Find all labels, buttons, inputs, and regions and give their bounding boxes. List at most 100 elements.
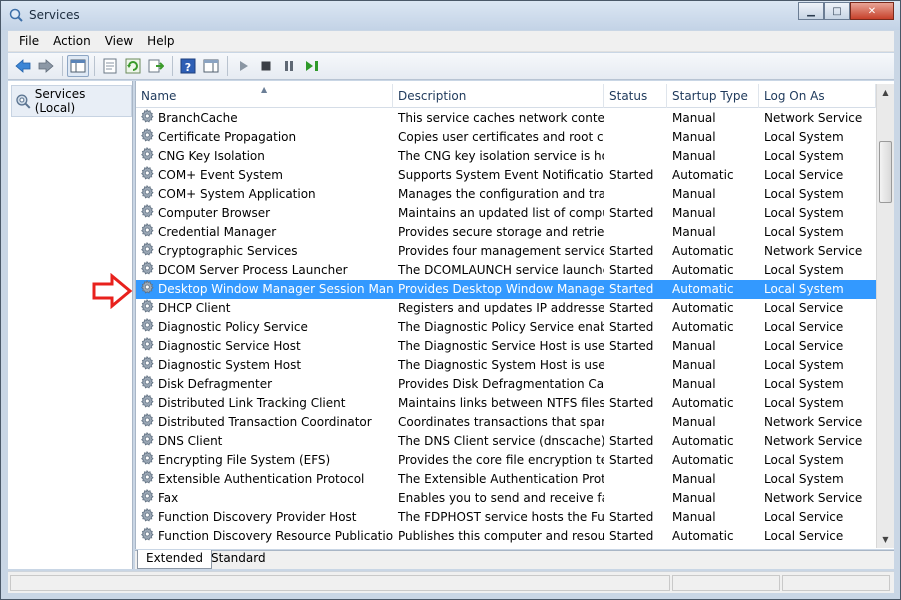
maximize-button[interactable]: □	[824, 2, 850, 20]
service-startup-type: Manual	[672, 187, 716, 201]
service-name: Diagnostic Service Host	[158, 339, 301, 353]
service-row[interactable]: DHCP Client Registers and updates IP addr…	[136, 299, 876, 318]
service-log-on-as: Local System	[764, 453, 844, 467]
service-name-cell: Fax	[136, 489, 393, 508]
service-description: Manages the configuration and trac...	[398, 187, 604, 201]
service-startup-type: Automatic	[672, 301, 734, 315]
scroll-down-arrow-icon[interactable]: ▼	[877, 531, 894, 548]
service-startup-type: Automatic	[672, 529, 734, 543]
menu-help[interactable]: Help	[140, 34, 181, 48]
toolbar: ?	[8, 53, 894, 80]
service-row[interactable]: Fax Enables you to send and receive fax..…	[136, 489, 876, 508]
service-gear-icon	[140, 508, 154, 527]
tab-standard[interactable]: Standard	[203, 550, 274, 569]
service-row[interactable]: COM+ Event System Supports System Event N…	[136, 166, 876, 185]
service-startup-type: Manual	[672, 472, 716, 486]
service-description: Provides the core file encryption tec...	[398, 453, 604, 467]
forward-arrow-icon[interactable]	[35, 55, 57, 77]
service-row[interactable]: Extensible Authentication Protocol The Ex…	[136, 470, 876, 489]
scroll-up-arrow-icon[interactable]: ▲	[877, 84, 894, 101]
title-bar[interactable]: Services ▁ □ ✕	[1, 1, 900, 30]
service-description: The Diagnostic System Host is used ...	[398, 358, 604, 372]
service-name-cell: Extensible Authentication Protocol	[136, 470, 393, 489]
service-name-cell: COM+ Event System	[136, 166, 393, 185]
column-header-log-on-as[interactable]: Log On As	[759, 84, 876, 108]
service-name-cell: COM+ System Application	[136, 185, 393, 204]
service-description: Maintains an updated list of compu...	[398, 206, 604, 220]
service-description: Registers and updates IP addresses a...	[398, 301, 604, 315]
service-name: Computer Browser	[158, 206, 271, 220]
service-name: COM+ System Application	[158, 187, 316, 201]
service-name-cell: Certificate Propagation	[136, 128, 393, 147]
service-row[interactable]: Certificate Propagation Copies user certi…	[136, 128, 876, 147]
service-row[interactable]: DCOM Server Process Launcher The DCOMLAUN…	[136, 261, 876, 280]
service-log-on-as: Network Service	[764, 111, 863, 125]
tree-item-services-local[interactable]: Services (Local)	[11, 85, 132, 117]
toolbar-separator	[62, 56, 63, 76]
service-log-on-as: Local System	[764, 472, 844, 486]
service-log-on-as: Network Service	[764, 244, 863, 258]
column-header-status[interactable]: Status	[604, 84, 667, 108]
scrollbar-thumb[interactable]	[879, 141, 892, 203]
menu-file[interactable]: File	[12, 34, 46, 48]
service-row[interactable]: Distributed Transaction Coordinator Coord…	[136, 413, 876, 432]
service-name: DHCP Client	[158, 301, 231, 315]
stop-service-icon[interactable]	[255, 55, 277, 77]
pause-service-icon[interactable]	[278, 55, 300, 77]
service-row[interactable]: BranchCache This service caches network c…	[136, 109, 876, 128]
refresh-icon[interactable]	[122, 55, 144, 77]
window-title: Services	[29, 8, 80, 22]
menu-view[interactable]: View	[98, 34, 140, 48]
service-row[interactable]: Function Discovery Provider Host The FDPH…	[136, 508, 876, 527]
console-tree-icon[interactable]	[67, 55, 89, 77]
help-icon[interactable]: ?	[177, 55, 199, 77]
service-row[interactable]: Disk Defragmenter Provides Disk Defragmen…	[136, 375, 876, 394]
service-name-cell: Desktop Window Manager Session Manager	[136, 280, 393, 299]
service-name: Credential Manager	[158, 225, 277, 239]
service-log-on-as: Local System	[764, 263, 844, 277]
service-row[interactable]: Diagnostic Policy Service The Diagnostic …	[136, 318, 876, 337]
service-startup-type: Automatic	[672, 282, 734, 296]
service-status	[604, 109, 667, 128]
back-arrow-icon[interactable]	[12, 55, 34, 77]
service-description: The Extensible Authentication Proto...	[398, 472, 604, 486]
column-header-description[interactable]: Description	[393, 84, 604, 108]
show-hide-action-pane-icon[interactable]	[200, 55, 222, 77]
service-row[interactable]: Encrypting File System (EFS) Provides the…	[136, 451, 876, 470]
service-description: Publishes this computer and resour...	[398, 529, 604, 543]
column-header-startup-type[interactable]: Startup Type	[667, 84, 759, 108]
service-row[interactable]: Credential Manager Provides secure storag…	[136, 223, 876, 242]
column-header-name[interactable]: ▲ Name	[136, 84, 393, 108]
service-name: DNS Client	[158, 434, 223, 448]
vertical-scrollbar[interactable]: ▲ ▼	[876, 84, 894, 548]
service-name-cell: CNG Key Isolation	[136, 147, 393, 166]
service-row[interactable]: COM+ System Application Manages the confi…	[136, 185, 876, 204]
minimize-button[interactable]: ▁	[798, 2, 824, 20]
service-status	[604, 413, 667, 432]
restart-service-icon[interactable]	[301, 55, 323, 77]
service-row[interactable]: Cryptographic Services Provides four mana…	[136, 242, 876, 261]
service-description: Provides four management services:...	[398, 244, 604, 258]
start-service-icon[interactable]	[232, 55, 254, 77]
service-row[interactable]: DNS Client The DNS Client service (dnscac…	[136, 432, 876, 451]
service-row[interactable]: Computer Browser Maintains an updated lis…	[136, 204, 876, 223]
service-name-cell: DCOM Server Process Launcher	[136, 261, 393, 280]
service-description: Copies user certificates and root cer...	[398, 130, 604, 144]
service-gear-icon	[140, 242, 154, 261]
close-button[interactable]: ✕	[850, 2, 894, 20]
tab-extended[interactable]: Extended	[137, 550, 212, 569]
service-name: Function Discovery Resource Publication	[158, 529, 393, 543]
properties-icon[interactable]	[99, 55, 121, 77]
service-row[interactable]: Diagnostic System Host The Diagnostic Sys…	[136, 356, 876, 375]
service-row[interactable]: Diagnostic Service Host The Diagnostic Se…	[136, 337, 876, 356]
service-startup-type: Manual	[672, 339, 716, 353]
service-row[interactable]: Distributed Link Tracking Client Maintain…	[136, 394, 876, 413]
service-row[interactable]: Desktop Window Manager Session Manager Pr…	[136, 280, 876, 299]
service-startup-type: Manual	[672, 358, 716, 372]
export-list-icon[interactable]	[145, 55, 167, 77]
service-row[interactable]: CNG Key Isolation The CNG key isolation s…	[136, 147, 876, 166]
service-log-on-as: Local System	[764, 377, 844, 391]
service-row[interactable]: Function Discovery Resource Publication P…	[136, 527, 876, 546]
service-description: Provides Disk Defragmentation Cap...	[398, 377, 604, 391]
menu-action[interactable]: Action	[46, 34, 98, 48]
